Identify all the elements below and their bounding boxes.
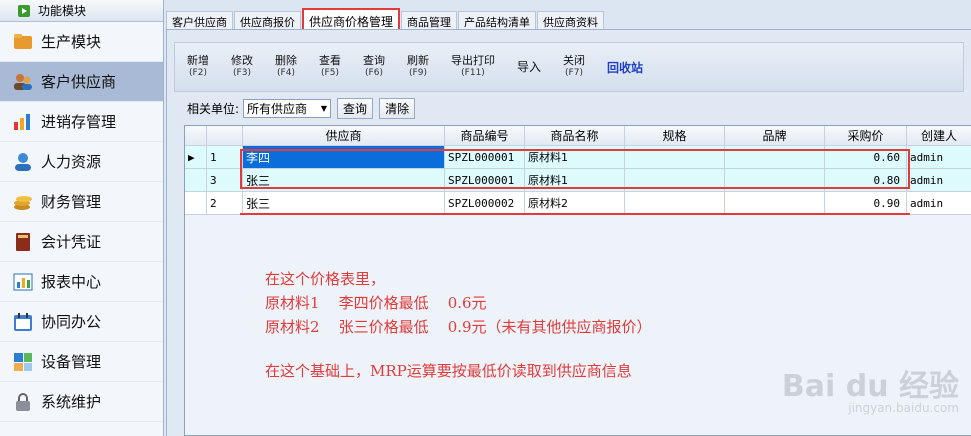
header-supplier[interactable]: 供应商 xyxy=(243,126,445,145)
sidebar-item-system[interactable]: 系统维护 xyxy=(0,382,163,422)
query-button[interactable]: 查询 (F6) xyxy=(363,55,385,79)
tab-supplier-price[interactable]: 供应商价格管理 xyxy=(302,8,401,29)
sidebar-item-label: 会计凭证 xyxy=(41,233,102,251)
sidebar-item-reports[interactable]: 报表中心 xyxy=(0,262,163,302)
filter-query-button[interactable]: 查询 xyxy=(337,98,374,119)
recycle-bin-link[interactable]: 回收站 xyxy=(607,59,643,76)
sidebar-item-label: 财务管理 xyxy=(41,193,102,211)
chevron-down-icon: ▼ xyxy=(320,104,328,113)
row-marker: ▶ xyxy=(185,146,207,168)
sidebar-item-collab[interactable]: 协同办公 xyxy=(0,302,163,342)
row-index: 2 xyxy=(207,192,243,214)
coins-icon xyxy=(12,191,34,213)
note-line: 在这个价格表里， xyxy=(265,270,386,288)
note-line: 在这个基础上，MRP运算要按最低价读取到供应商信息 xyxy=(265,362,632,380)
watermark-logo: Bai du 经验 jingyan.baidu.com xyxy=(781,369,959,415)
sidebar-item-hr[interactable]: 人力资源 xyxy=(0,142,163,182)
sidebar-item-equipment[interactable]: 设备管理 xyxy=(0,342,163,382)
row-marker xyxy=(185,192,207,214)
sidebar-item-label: 协同办公 xyxy=(41,313,102,331)
tab-products[interactable]: 商品管理 xyxy=(401,11,458,29)
toolbar: 新增 (F2) 修改 (F3) 删除 (F4) 查看 (F5) 查询 (F6) 刷新 (F9… xyxy=(174,42,964,92)
sidebar-item-finance[interactable]: 财务管理 xyxy=(0,182,163,222)
creator-cell[interactable]: admin xyxy=(907,146,971,168)
tab-supplier-info[interactable]: 供应商资料 xyxy=(537,11,605,29)
device-icon xyxy=(12,351,34,373)
note-line: 原材料1 李四价格最低 0.6元 xyxy=(265,294,487,312)
header-brand[interactable]: 品牌 xyxy=(725,126,825,145)
play-icon xyxy=(18,4,30,17)
header-price[interactable]: 采购价 xyxy=(825,126,907,145)
sidebar: 功能模块 生产模块 客户供应商 进销存管理 人力资源 财务管理 会计凭证 报表中… xyxy=(0,0,164,436)
unit-select[interactable]: 所有供应商 ▼ xyxy=(243,99,332,118)
grid-header-row: 供应商 商品编号 商品名称 规格 品牌 采购价 创建人 xyxy=(185,126,971,146)
creator-cell[interactable]: admin xyxy=(907,169,971,191)
content-area: 新增 (F2) 修改 (F3) 删除 (F4) 查看 (F5) 查询 (F6) 刷新 (F9… xyxy=(166,30,971,436)
tab-bom[interactable]: 产品结构清单 xyxy=(458,11,537,29)
folder-icon xyxy=(12,31,34,53)
book-icon xyxy=(12,231,34,253)
tab-customer-supplier[interactable]: 客户供应商 xyxy=(166,11,233,29)
sidebar-item-label: 进销存管理 xyxy=(41,113,117,131)
filter-clear-button[interactable]: 清除 xyxy=(379,98,416,119)
calendar-icon xyxy=(12,311,34,333)
sidebar-item-voucher[interactable]: 会计凭证 xyxy=(0,222,163,262)
sidebar-item-label: 设备管理 xyxy=(41,353,102,371)
header-name[interactable]: 商品名称 xyxy=(525,126,625,145)
close-button[interactable]: 关闭 (F7) xyxy=(563,55,585,79)
bar-chart-icon xyxy=(12,111,34,133)
row-index: 1 xyxy=(207,146,243,168)
annotation-underline xyxy=(240,193,910,215)
sidebar-header-label: 功能模块 xyxy=(38,4,87,18)
header-creator[interactable]: 创建人 xyxy=(907,126,971,145)
sidebar-item-label: 人力资源 xyxy=(41,153,102,171)
header-spec[interactable]: 规格 xyxy=(625,126,725,145)
sidebar-item-label: 报表中心 xyxy=(41,273,102,291)
delete-button[interactable]: 删除 (F4) xyxy=(275,55,297,79)
sidebar-item-production[interactable]: 生产模块 xyxy=(0,22,163,62)
report-icon xyxy=(12,271,34,293)
lock-icon xyxy=(12,391,34,413)
users-icon xyxy=(12,71,34,93)
sidebar-header: 功能模块 xyxy=(0,0,163,22)
sidebar-item-customer-supplier[interactable]: 客户供应商 xyxy=(0,62,163,102)
row-index: 3 xyxy=(207,169,243,191)
row-marker xyxy=(185,169,207,191)
add-button[interactable]: 新增 (F2) xyxy=(187,55,209,79)
note-line: 原材料2 张三价格最低 0.9元（未有其他供应商报价） xyxy=(265,318,652,336)
import-button[interactable]: 导入 xyxy=(517,61,541,73)
filter-bar: 相关单位: 所有供应商 ▼ 查询 清除 xyxy=(187,98,416,119)
person-icon xyxy=(12,151,34,173)
sidebar-item-inventory[interactable]: 进销存管理 xyxy=(0,102,163,142)
header-code[interactable]: 商品编号 xyxy=(445,126,525,145)
creator-cell[interactable]: admin xyxy=(907,192,971,214)
tab-supplier-quote[interactable]: 供应商报价 xyxy=(234,11,301,29)
refresh-button[interactable]: 刷新 (F9) xyxy=(407,55,429,79)
header-index xyxy=(207,126,243,145)
edit-button[interactable]: 修改 (F3) xyxy=(231,55,253,79)
annotation-note: 在这个价格表里， 原材料1 李四价格最低 0.6元 原材料2 张三价格最低 0.… xyxy=(265,267,652,383)
sidebar-item-label: 客户供应商 xyxy=(41,73,117,91)
sidebar-item-label: 系统维护 xyxy=(41,393,102,411)
header-marker xyxy=(185,126,207,145)
tab-bar: 客户供应商 供应商报价 供应商价格管理 商品管理 产品结构清单 供应商资料 xyxy=(166,8,971,30)
sidebar-item-label: 生产模块 xyxy=(41,33,102,51)
annotation-box xyxy=(240,149,910,189)
view-button[interactable]: 查看 (F5) xyxy=(319,55,341,79)
main-panel: 客户供应商 供应商报价 供应商价格管理 商品管理 产品结构清单 供应商资料 新增… xyxy=(166,8,971,436)
filter-label: 相关单位: xyxy=(187,102,240,116)
export-print-button[interactable]: 导出打印 (F11) xyxy=(451,55,495,79)
